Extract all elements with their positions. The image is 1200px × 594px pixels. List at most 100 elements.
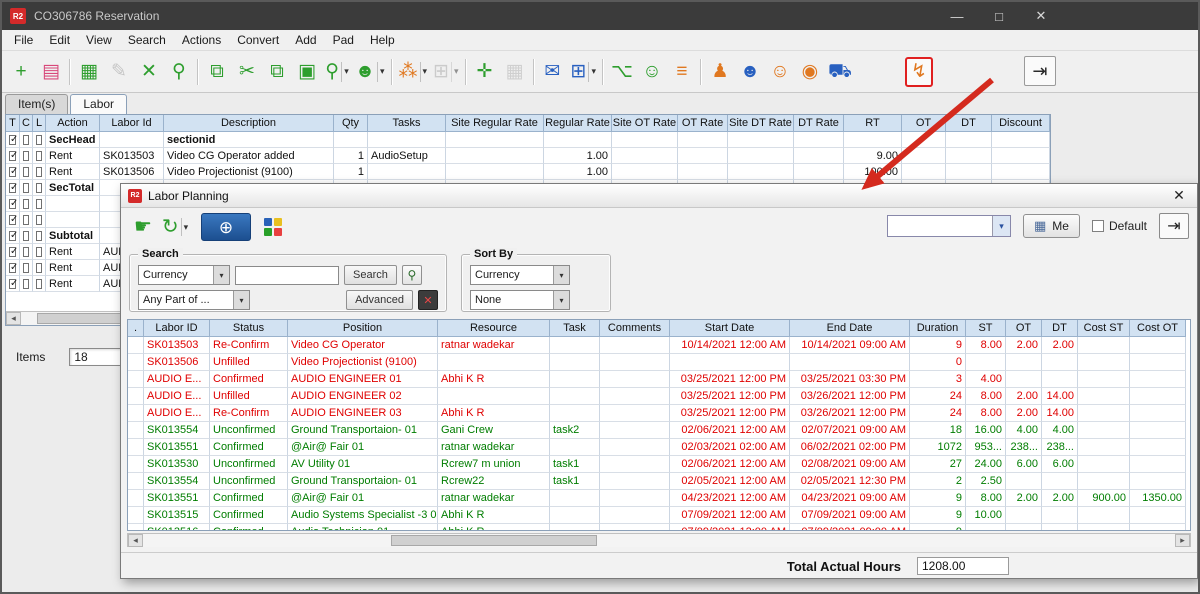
sort-primary-select[interactable]: Currency ▾ xyxy=(470,265,570,285)
labor-row[interactable]: SK013551Confirmed@Air@ Fair 01ratnar wad… xyxy=(128,490,1190,507)
search-field-select[interactable]: Currency ▾ xyxy=(138,265,230,285)
row-checkbox[interactable] xyxy=(9,135,16,145)
exit-button[interactable]: ⇥ xyxy=(1159,213,1189,239)
menu-file[interactable]: File xyxy=(6,31,41,49)
search-button[interactable]: Search xyxy=(344,265,397,285)
menu-add[interactable]: Add xyxy=(287,31,324,49)
checkbox-icon[interactable] xyxy=(1092,220,1104,232)
chevron-down-icon[interactable]: ▾ xyxy=(588,62,596,82)
labor-column-header-8[interactable]: End Date xyxy=(790,320,910,337)
column-header-l[interactable]: L xyxy=(33,115,46,132)
column-header-dt_rate[interactable]: DT Rate xyxy=(794,115,844,132)
menu-actions[interactable]: Actions xyxy=(174,31,229,49)
row-checkbox[interactable] xyxy=(36,279,42,289)
column-header-site_ot_rate[interactable]: Site OT Rate xyxy=(612,115,678,132)
smiley-button[interactable]: ☺ xyxy=(638,57,666,87)
menu-pad[interactable]: Pad xyxy=(325,31,362,49)
org-chart-button[interactable]: ⌥ xyxy=(608,57,636,87)
row-checkbox[interactable] xyxy=(23,151,29,161)
document-list-button[interactable]: ≡ xyxy=(668,57,696,87)
labor-column-header-1[interactable]: Labor ID xyxy=(144,320,210,337)
row-checkbox[interactable] xyxy=(36,199,42,209)
chevron-down-icon[interactable]: ▾ xyxy=(420,62,428,82)
column-header-rt[interactable]: RT xyxy=(844,115,902,132)
row-checkbox[interactable] xyxy=(36,215,42,225)
chevron-down-icon[interactable]: ▾ xyxy=(213,266,229,284)
row-checkbox[interactable] xyxy=(23,167,29,177)
exit-button[interactable]: ⇥ xyxy=(1024,56,1056,86)
row-checkbox[interactable] xyxy=(36,167,42,177)
paste-button[interactable]: ▣ xyxy=(293,57,321,87)
labor-column-header-9[interactable]: Duration xyxy=(910,320,966,337)
delete-button[interactable]: ✕ xyxy=(135,57,163,87)
labor-column-header-4[interactable]: Resource xyxy=(438,320,550,337)
column-header-dt[interactable]: DT xyxy=(946,115,992,132)
column-header-c[interactable]: C xyxy=(20,115,33,132)
photo-button[interactable]: ◉ xyxy=(796,57,824,87)
labor-row[interactable]: AUDIO E...ConfirmedAUDIO ENGINEER 01Abhi… xyxy=(128,371,1190,388)
table-row[interactable]: RentSK013506Video Projectionist (9100)11… xyxy=(6,164,1050,180)
search-input[interactable] xyxy=(235,266,339,285)
labor-column-header-3[interactable]: Position xyxy=(288,320,438,337)
chevron-down-icon[interactable]: ▾ xyxy=(553,266,569,284)
row-checkbox[interactable] xyxy=(23,279,29,289)
labor-row[interactable]: AUDIO E...Re-ConfirmAUDIO ENGINEER 03Abh… xyxy=(128,405,1190,422)
labor-column-header-6[interactable]: Comments xyxy=(600,320,670,337)
row-checkbox[interactable] xyxy=(23,215,29,225)
labor-column-header-2[interactable]: Status xyxy=(210,320,288,337)
chevron-down-icon[interactable]: ▾ xyxy=(553,291,569,309)
zoom-button[interactable]: ⚲▾ xyxy=(323,57,351,87)
labor-column-header-12[interactable]: DT xyxy=(1042,320,1078,337)
chevron-down-icon[interactable]: ▾ xyxy=(451,62,459,82)
chevron-down-icon[interactable]: ▾ xyxy=(377,62,385,82)
truck-button[interactable]: ⛟ xyxy=(826,57,854,87)
column-header-discount[interactable]: Discount xyxy=(992,115,1050,132)
view-details-button[interactable]: ⧉ xyxy=(203,57,231,87)
labor-row[interactable]: SK013554UnconfirmedGround Transportaion-… xyxy=(128,473,1190,490)
expand-button[interactable]: ✛ xyxy=(471,57,499,87)
chevron-down-icon[interactable]: ▾ xyxy=(233,291,249,309)
labor-column-header-13[interactable]: Cost ST xyxy=(1078,320,1130,337)
chevron-down-icon[interactable]: ▾ xyxy=(181,218,189,236)
sort-secondary-select[interactable]: None ▾ xyxy=(470,290,570,310)
row-checkbox[interactable] xyxy=(9,151,16,161)
column-header-ot_rate[interactable]: OT Rate xyxy=(678,115,728,132)
labor-row[interactable]: SK013503Re-ConfirmVideo CG Operatorratna… xyxy=(128,337,1190,354)
labor-row[interactable]: SK013516ConfirmedAudio Technician 01Abhi… xyxy=(128,524,1190,531)
labor-column-header-0[interactable]: . xyxy=(128,320,144,337)
view-combobox[interactable]: ▾ xyxy=(887,215,1011,237)
column-header-description[interactable]: Description xyxy=(164,115,334,132)
column-header-qty[interactable]: Qty xyxy=(334,115,368,132)
menu-view[interactable]: View xyxy=(78,31,120,49)
save-me-button[interactable]: ▦ Me xyxy=(1023,214,1080,238)
tab-labor[interactable]: Labor xyxy=(70,94,127,114)
row-checkbox[interactable] xyxy=(9,199,16,209)
table-row[interactable]: RentSK013503Video CG Operator added1Audi… xyxy=(6,148,1050,164)
scroll-right-icon[interactable]: ▸ xyxy=(1175,534,1190,547)
row-checkbox[interactable] xyxy=(36,263,42,273)
menu-search[interactable]: Search xyxy=(120,31,174,49)
refresh-button[interactable]: ↻▾ xyxy=(161,213,189,241)
labor-column-header-7[interactable]: Start Date xyxy=(670,320,790,337)
chevron-down-icon[interactable]: ▾ xyxy=(992,216,1010,236)
minimize-button[interactable]: — xyxy=(936,2,978,30)
labor-planning-button[interactable]: ↯ xyxy=(905,57,933,87)
row-checkbox[interactable] xyxy=(23,247,29,257)
row-checkbox[interactable] xyxy=(36,183,42,193)
labor-row[interactable]: SK013551Confirmed@Air@ Fair 01ratnar wad… xyxy=(128,439,1190,456)
column-header-action[interactable]: Action xyxy=(46,115,100,132)
menu-help[interactable]: Help xyxy=(362,31,403,49)
row-checkbox[interactable] xyxy=(36,247,42,257)
column-header-labor_id[interactable]: Labor Id xyxy=(100,115,164,132)
row-checkbox[interactable] xyxy=(36,231,42,241)
menu-edit[interactable]: Edit xyxy=(41,31,78,49)
chevron-down-icon[interactable]: ▾ xyxy=(341,62,349,82)
row-checkbox[interactable] xyxy=(9,279,16,289)
labor-row[interactable]: SK013515ConfirmedAudio Systems Specialis… xyxy=(128,507,1190,524)
table-row[interactable]: SecHeadsectionid xyxy=(6,132,1050,148)
scrollbar-track[interactable] xyxy=(143,534,1175,547)
row-checkbox[interactable] xyxy=(23,199,29,209)
add-person-button[interactable]: ☺ xyxy=(766,57,794,87)
calendar-button[interactable]: ⊞▾ xyxy=(569,57,598,87)
components-button[interactable]: ⁂▾ xyxy=(397,57,430,87)
